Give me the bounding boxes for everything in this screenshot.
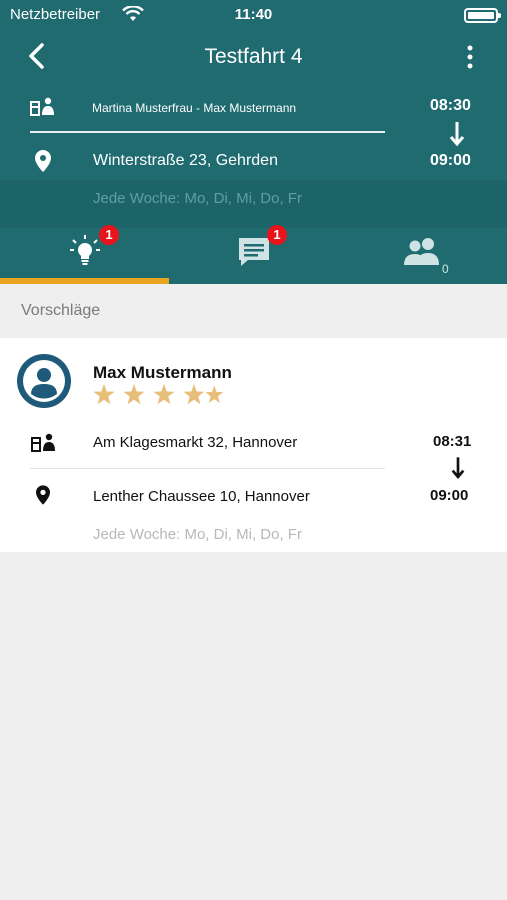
tab-members[interactable]: 0 [338,228,507,284]
user-name: Max Mustermann [93,363,232,382]
driver-passenger-icon [31,433,55,452]
location-pin-icon [36,485,50,505]
battery-icon [464,8,501,23]
more-vertical-icon [467,45,473,69]
tab-messages[interactable]: 1 [169,225,338,284]
suggestion-schedule: Jede Woche: Mo, Di, Mi, Do, Fr [93,526,302,543]
star-icon [93,384,115,405]
star-icon [183,384,204,405]
tab-suggestions[interactable]: 1 [0,225,169,284]
status-bar: Netzbetreiber 11:40 [0,0,507,30]
avatar [17,354,71,408]
section-header: Vorschläge [0,284,507,338]
section-title: Vorschläge [21,302,101,319]
divider [30,131,385,133]
trip-header: Netzbetreiber 11:40 Testfahrt 4 Martina … [0,0,507,284]
star-icon [205,385,224,403]
suggestion-arrival-time: 09:00 [430,487,469,504]
pickup-address: Am Klagesmarkt 32, Hannover [93,434,298,451]
suggestions-badge: 1 [99,225,119,245]
destination-address: Lenther Chaussee 10, Hannover [93,488,310,505]
star-icon [153,384,175,405]
star-icon [123,384,145,405]
arrival-time: 09:00 [430,152,471,169]
star-rating [92,382,228,408]
user-icon [23,360,65,402]
more-options-button[interactable] [456,40,484,74]
messages-badge: 1 [267,225,287,245]
arrow-down-icon [451,457,465,479]
suggestion-card[interactable]: Max Mustermann Am Klagesmarkt 32, Hannov… [0,338,507,552]
trip-schedule: Jede Woche: Mo, Di, Mi, Do, Fr [93,190,302,207]
location-pin-icon [35,150,51,172]
tab-bar: 1 1 0 [0,225,507,284]
driver-passenger-icon [30,97,54,116]
trip-address: Winterstraße 23, Gehrden [93,152,278,169]
arrow-down-icon [449,122,465,147]
divider [30,468,385,469]
members-count: 0 [442,262,449,276]
clock-label: 11:40 [234,6,273,23]
group-icon [404,238,439,265]
page-title: Testfahrt 4 [204,45,303,68]
departure-time: 08:30 [430,97,471,114]
suggestion-departure-time: 08:31 [433,433,472,450]
trip-participants: Martina Musterfrau - Max Mustermann [92,101,297,115]
